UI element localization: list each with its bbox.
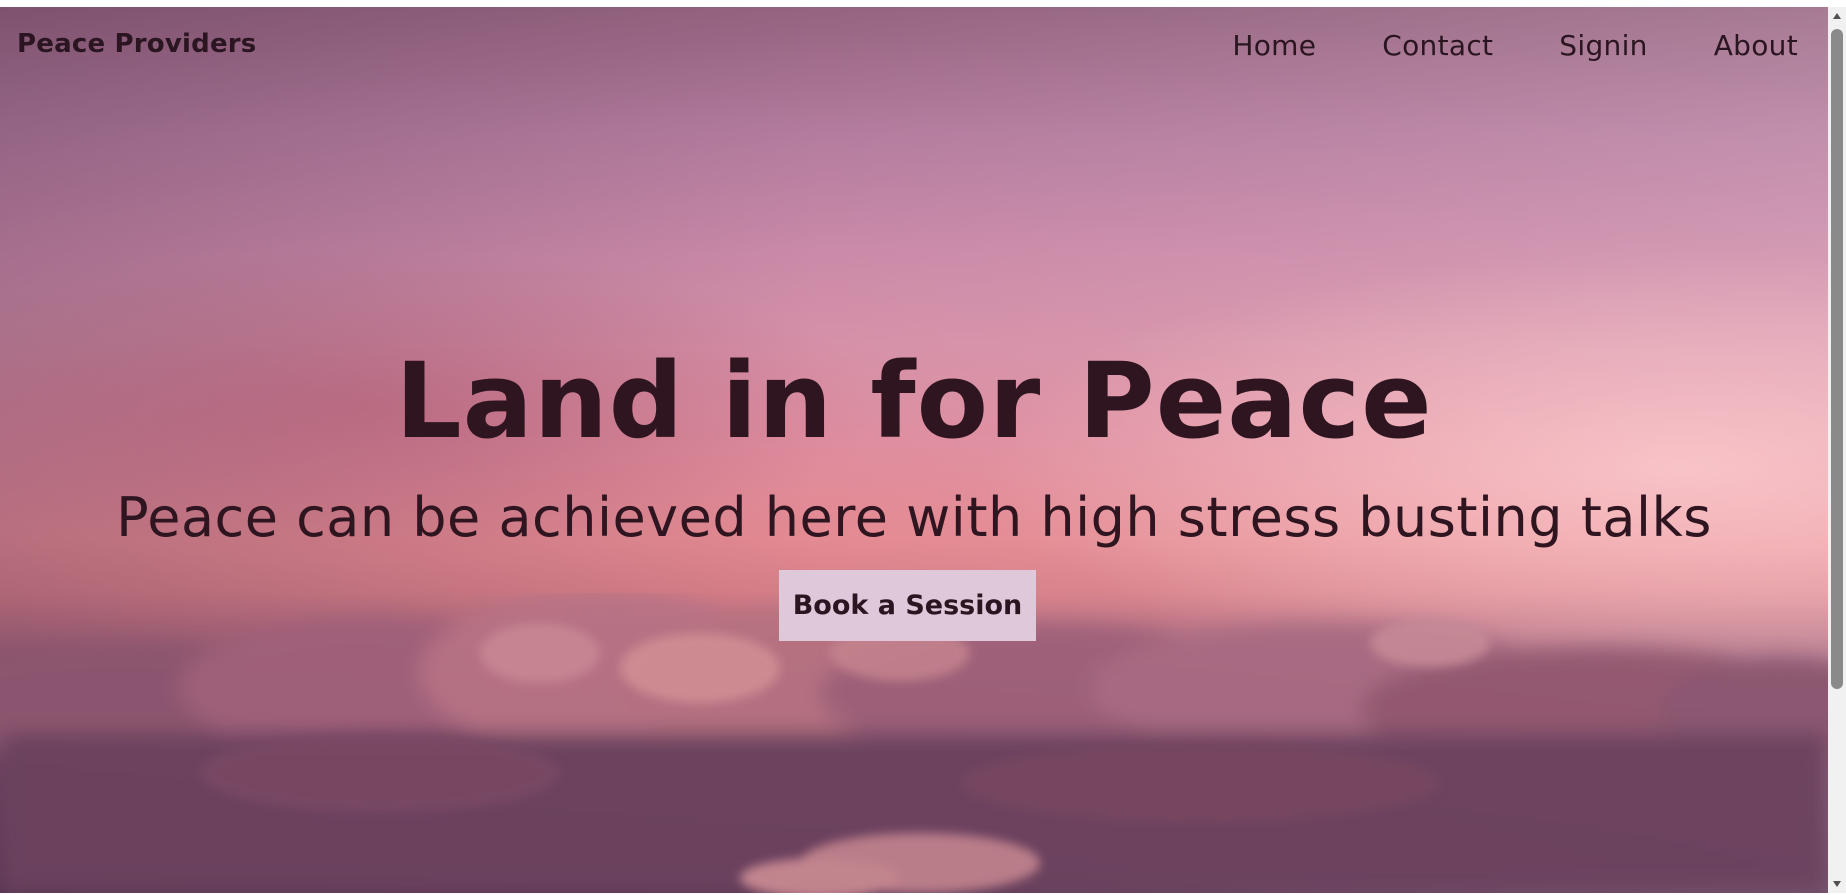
- scroll-down-arrow-icon[interactable]: [1828, 875, 1846, 893]
- nav-link-home[interactable]: Home: [1232, 29, 1316, 62]
- top-navbar: Peace Providers Home Contact Signin Abou…: [0, 7, 1828, 97]
- page-viewport: Peace Providers Home Contact Signin Abou…: [0, 7, 1828, 893]
- scrollbar-thumb[interactable]: [1831, 29, 1843, 689]
- book-session-button[interactable]: Book a Session: [779, 570, 1036, 641]
- hero-title: Land in for Peace: [395, 340, 1433, 462]
- hero-subtitle: Peace can be achieved here with high str…: [116, 486, 1712, 549]
- window-top-edge: [0, 0, 1846, 7]
- vertical-scrollbar[interactable]: [1828, 7, 1846, 893]
- brand-logo-text[interactable]: Peace Providers: [17, 29, 256, 59]
- nav-links: Home Contact Signin About: [1232, 29, 1798, 62]
- nav-link-signin[interactable]: Signin: [1559, 29, 1647, 62]
- nav-link-contact[interactable]: Contact: [1382, 29, 1493, 62]
- nav-link-about[interactable]: About: [1714, 29, 1798, 62]
- scroll-up-arrow-icon[interactable]: [1828, 7, 1846, 25]
